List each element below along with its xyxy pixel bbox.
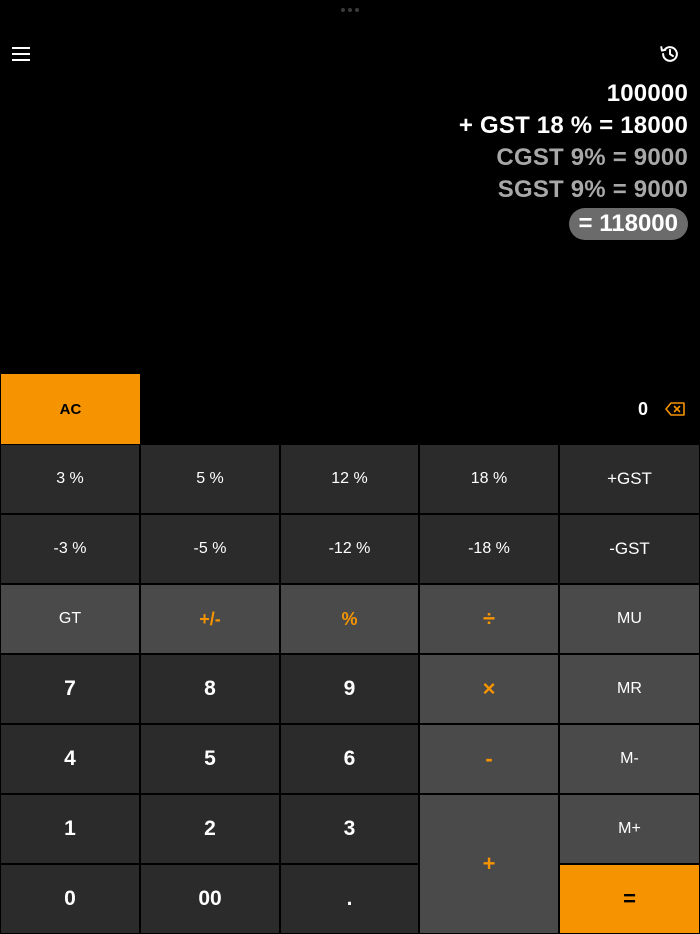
equals-button[interactable]: = bbox=[559, 864, 700, 934]
gst-12-percent-button[interactable]: 12 % bbox=[280, 444, 419, 514]
digit-3-button[interactable]: 3 bbox=[280, 794, 419, 864]
history-icon[interactable] bbox=[656, 40, 684, 68]
toggle-sign-button[interactable]: +/- bbox=[140, 584, 280, 654]
handle-dot bbox=[341, 8, 345, 12]
digit-8-button[interactable]: 8 bbox=[140, 654, 280, 724]
window-handle[interactable] bbox=[341, 8, 359, 12]
gst-5-percent-button[interactable]: 5 % bbox=[140, 444, 280, 514]
gst-18-percent-button[interactable]: 18 % bbox=[419, 444, 559, 514]
backspace-icon[interactable] bbox=[662, 397, 688, 421]
double-zero-button[interactable]: 00 bbox=[140, 864, 280, 934]
digit-1-button[interactable]: 1 bbox=[0, 794, 140, 864]
all-clear-button[interactable]: AC bbox=[1, 374, 140, 444]
gst-minus-12-percent-button[interactable]: -12 % bbox=[280, 514, 419, 584]
keypad: 3 % 5 % 12 % 18 % +GST -3 % -5 % -12 % -… bbox=[0, 444, 700, 934]
add-gst-button[interactable]: +GST bbox=[559, 444, 700, 514]
digit-6-button[interactable]: 6 bbox=[280, 724, 419, 794]
handle-dot bbox=[348, 8, 352, 12]
decimal-button[interactable]: . bbox=[280, 864, 419, 934]
digit-0-button[interactable]: 0 bbox=[0, 864, 140, 934]
divide-button[interactable]: ÷ bbox=[419, 584, 559, 654]
percent-button[interactable]: % bbox=[280, 584, 419, 654]
multiply-button[interactable]: × bbox=[419, 654, 559, 724]
digit-9-button[interactable]: 9 bbox=[280, 654, 419, 724]
entry-row: AC 0 bbox=[0, 374, 700, 444]
digit-2-button[interactable]: 2 bbox=[140, 794, 280, 864]
entry-value: 0 bbox=[637, 398, 648, 419]
digit-4-button[interactable]: 4 bbox=[0, 724, 140, 794]
display-line-cgst: CGST 9% = 9000 bbox=[496, 144, 688, 171]
gst-minus-5-percent-button[interactable]: -5 % bbox=[140, 514, 280, 584]
grand-total-button[interactable]: GT bbox=[0, 584, 140, 654]
gst-minus-18-percent-button[interactable]: -18 % bbox=[419, 514, 559, 584]
calculation-display: 100000 + GST 18 % = 18000 CGST 9% = 9000… bbox=[12, 78, 688, 240]
digit-5-button[interactable]: 5 bbox=[140, 724, 280, 794]
gst-3-percent-button[interactable]: 3 % bbox=[0, 444, 140, 514]
memory-recall-button[interactable]: MR bbox=[559, 654, 700, 724]
minus-button[interactable]: - bbox=[419, 724, 559, 794]
display-line-amount: 100000 bbox=[606, 80, 688, 107]
menu-icon[interactable] bbox=[7, 40, 35, 68]
markup-button[interactable]: MU bbox=[559, 584, 700, 654]
remove-gst-button[interactable]: -GST bbox=[559, 514, 700, 584]
handle-dot bbox=[355, 8, 359, 12]
display-line-sgst: SGST 9% = 9000 bbox=[497, 176, 688, 203]
result-value[interactable]: = 118000 bbox=[568, 208, 688, 240]
memory-plus-button[interactable]: M+ bbox=[559, 794, 700, 864]
display-line-gst: + GST 18 % = 18000 bbox=[458, 112, 688, 139]
digit-7-button[interactable]: 7 bbox=[0, 654, 140, 724]
memory-minus-button[interactable]: M- bbox=[559, 724, 700, 794]
plus-button[interactable]: + bbox=[419, 794, 559, 934]
gst-minus-3-percent-button[interactable]: -3 % bbox=[0, 514, 140, 584]
